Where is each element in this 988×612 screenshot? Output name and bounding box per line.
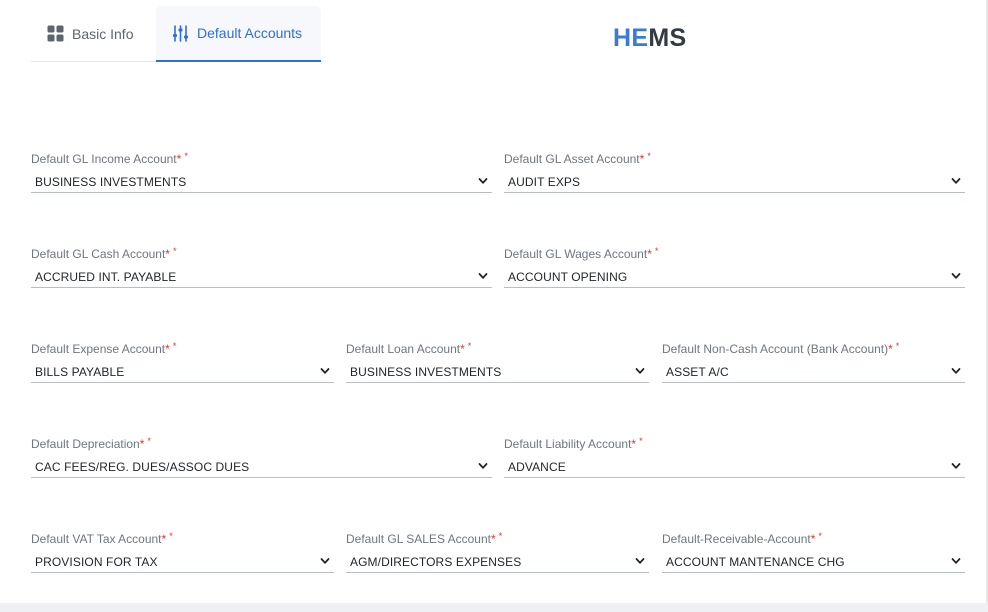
chevron-down-icon — [951, 273, 961, 279]
tab-bar: Basic Info Default Accounts — [31, 6, 323, 62]
field-label: Default-Receivable-Account* * — [662, 531, 822, 546]
chevron-down-icon — [320, 558, 330, 564]
tab-default-accounts[interactable]: Default Accounts — [156, 6, 321, 62]
field-label: Default GL Cash Account* * — [31, 246, 177, 261]
selected-value: ADVANCE — [508, 460, 566, 474]
field-gl-cash: Default GL Cash Account* * ACCRUED INT. P… — [31, 244, 492, 288]
selected-value: BILLS PAYABLE — [35, 365, 125, 379]
chevron-down-icon — [951, 558, 961, 564]
field-gl-asset: Default GL Asset Account* * AUDIT EXPS — [504, 149, 965, 193]
selected-value: ASSET A/C — [666, 365, 729, 379]
chevron-down-icon — [951, 178, 961, 184]
field-gl-sales: Default GL SALES Account* * AGM/DIRECTORS… — [346, 529, 649, 573]
field-label: Default GL SALES Account* * — [346, 531, 503, 546]
selected-value: BUSINESS INVESTMENTS — [350, 365, 502, 379]
gl-asset-select[interactable]: AUDIT EXPS — [504, 171, 965, 193]
chevron-down-icon — [478, 273, 488, 279]
chevron-down-icon — [951, 463, 961, 469]
field-label: Default Loan Account* * — [346, 341, 472, 356]
brand-part-2: MS — [648, 24, 687, 52]
selected-value: ACCOUNT OPENING — [508, 270, 628, 284]
field-gl-wages: Default GL Wages Account* * ACCOUNT OPENI… — [504, 244, 965, 288]
liability-select[interactable]: ADVANCE — [504, 456, 965, 478]
selected-value: BUSINESS INVESTMENTS — [35, 175, 187, 189]
field-non-cash: Default Non-Cash Account (Bank Account)*… — [662, 339, 965, 383]
loan-select[interactable]: BUSINESS INVESTMENTS — [346, 361, 649, 383]
gl-cash-select[interactable]: ACCRUED INT. PAYABLE — [31, 266, 492, 288]
selected-value: ACCOUNT MANTENANCE CHG — [666, 555, 845, 569]
expense-select[interactable]: BILLS PAYABLE — [31, 361, 334, 383]
field-label: Default GL Asset Account* * — [504, 151, 651, 166]
field-depreciation: Default Depreciation* * CAC FEES/REG. DUE… — [31, 434, 492, 478]
selected-value: CAC FEES/REG. DUES/ASSOC DUES — [35, 460, 250, 474]
field-liability: Default Liability Account* * ADVANCE — [504, 434, 965, 478]
field-label: Default Liability Account* * — [504, 436, 643, 451]
depreciation-select[interactable]: CAC FEES/REG. DUES/ASSOC DUES — [31, 456, 492, 478]
grid-icon — [47, 25, 64, 42]
field-label: Default GL Wages Account* * — [504, 246, 659, 261]
field-loan: Default Loan Account* * BUSINESS INVESTME… — [346, 339, 649, 383]
gl-wages-select[interactable]: ACCOUNT OPENING — [504, 266, 965, 288]
chevron-down-icon — [478, 463, 488, 469]
receivable-select[interactable]: ACCOUNT MANTENANCE CHG — [662, 551, 965, 573]
vat-tax-select[interactable]: PROVISION FOR TAX — [31, 551, 334, 573]
non-cash-select[interactable]: ASSET A/C — [662, 361, 965, 383]
chevron-down-icon — [478, 178, 488, 184]
chevron-down-icon — [320, 368, 330, 374]
chevron-down-icon — [635, 368, 645, 374]
tab-basic-info[interactable]: Basic Info — [31, 6, 156, 61]
field-expense: Default Expense Account* * BILLS PAYABLE — [31, 339, 334, 383]
chevron-down-icon — [951, 368, 961, 374]
tab-basic-info-label: Basic Info — [72, 25, 134, 42]
page: Basic Info Default Accounts HEMS Default… — [0, 0, 988, 612]
field-label: Default VAT Tax Account* * — [31, 531, 173, 546]
field-label: Default Non-Cash Account (Bank Account)*… — [662, 341, 900, 356]
field-label: Default Expense Account* * — [31, 341, 177, 356]
field-label: Default GL Income Account* * — [31, 151, 188, 166]
selected-value: PROVISION FOR TAX — [35, 555, 158, 569]
selected-value: ACCRUED INT. PAYABLE — [35, 270, 177, 284]
field-gl-income: Default GL Income Account* * BUSINESS INV… — [31, 149, 492, 193]
chevron-down-icon — [635, 558, 645, 564]
selected-value: AUDIT EXPS — [508, 175, 581, 189]
field-receivable: Default-Receivable-Account* * ACCOUNT MAN… — [662, 529, 965, 573]
brand-part-1: HE — [613, 24, 649, 52]
brand-logo: HEMS — [613, 24, 686, 53]
sliders-icon — [172, 24, 189, 42]
footer-bar — [0, 603, 988, 612]
gl-income-select[interactable]: BUSINESS INVESTMENTS — [31, 171, 492, 193]
tab-default-accounts-label: Default Accounts — [197, 25, 303, 41]
selected-value: AGM/DIRECTORS EXPENSES — [350, 555, 522, 569]
field-label: Default Depreciation* * — [31, 436, 151, 451]
field-vat-tax: Default VAT Tax Account* * PROVISION FOR … — [31, 529, 334, 573]
gl-sales-select[interactable]: AGM/DIRECTORS EXPENSES — [346, 551, 649, 573]
